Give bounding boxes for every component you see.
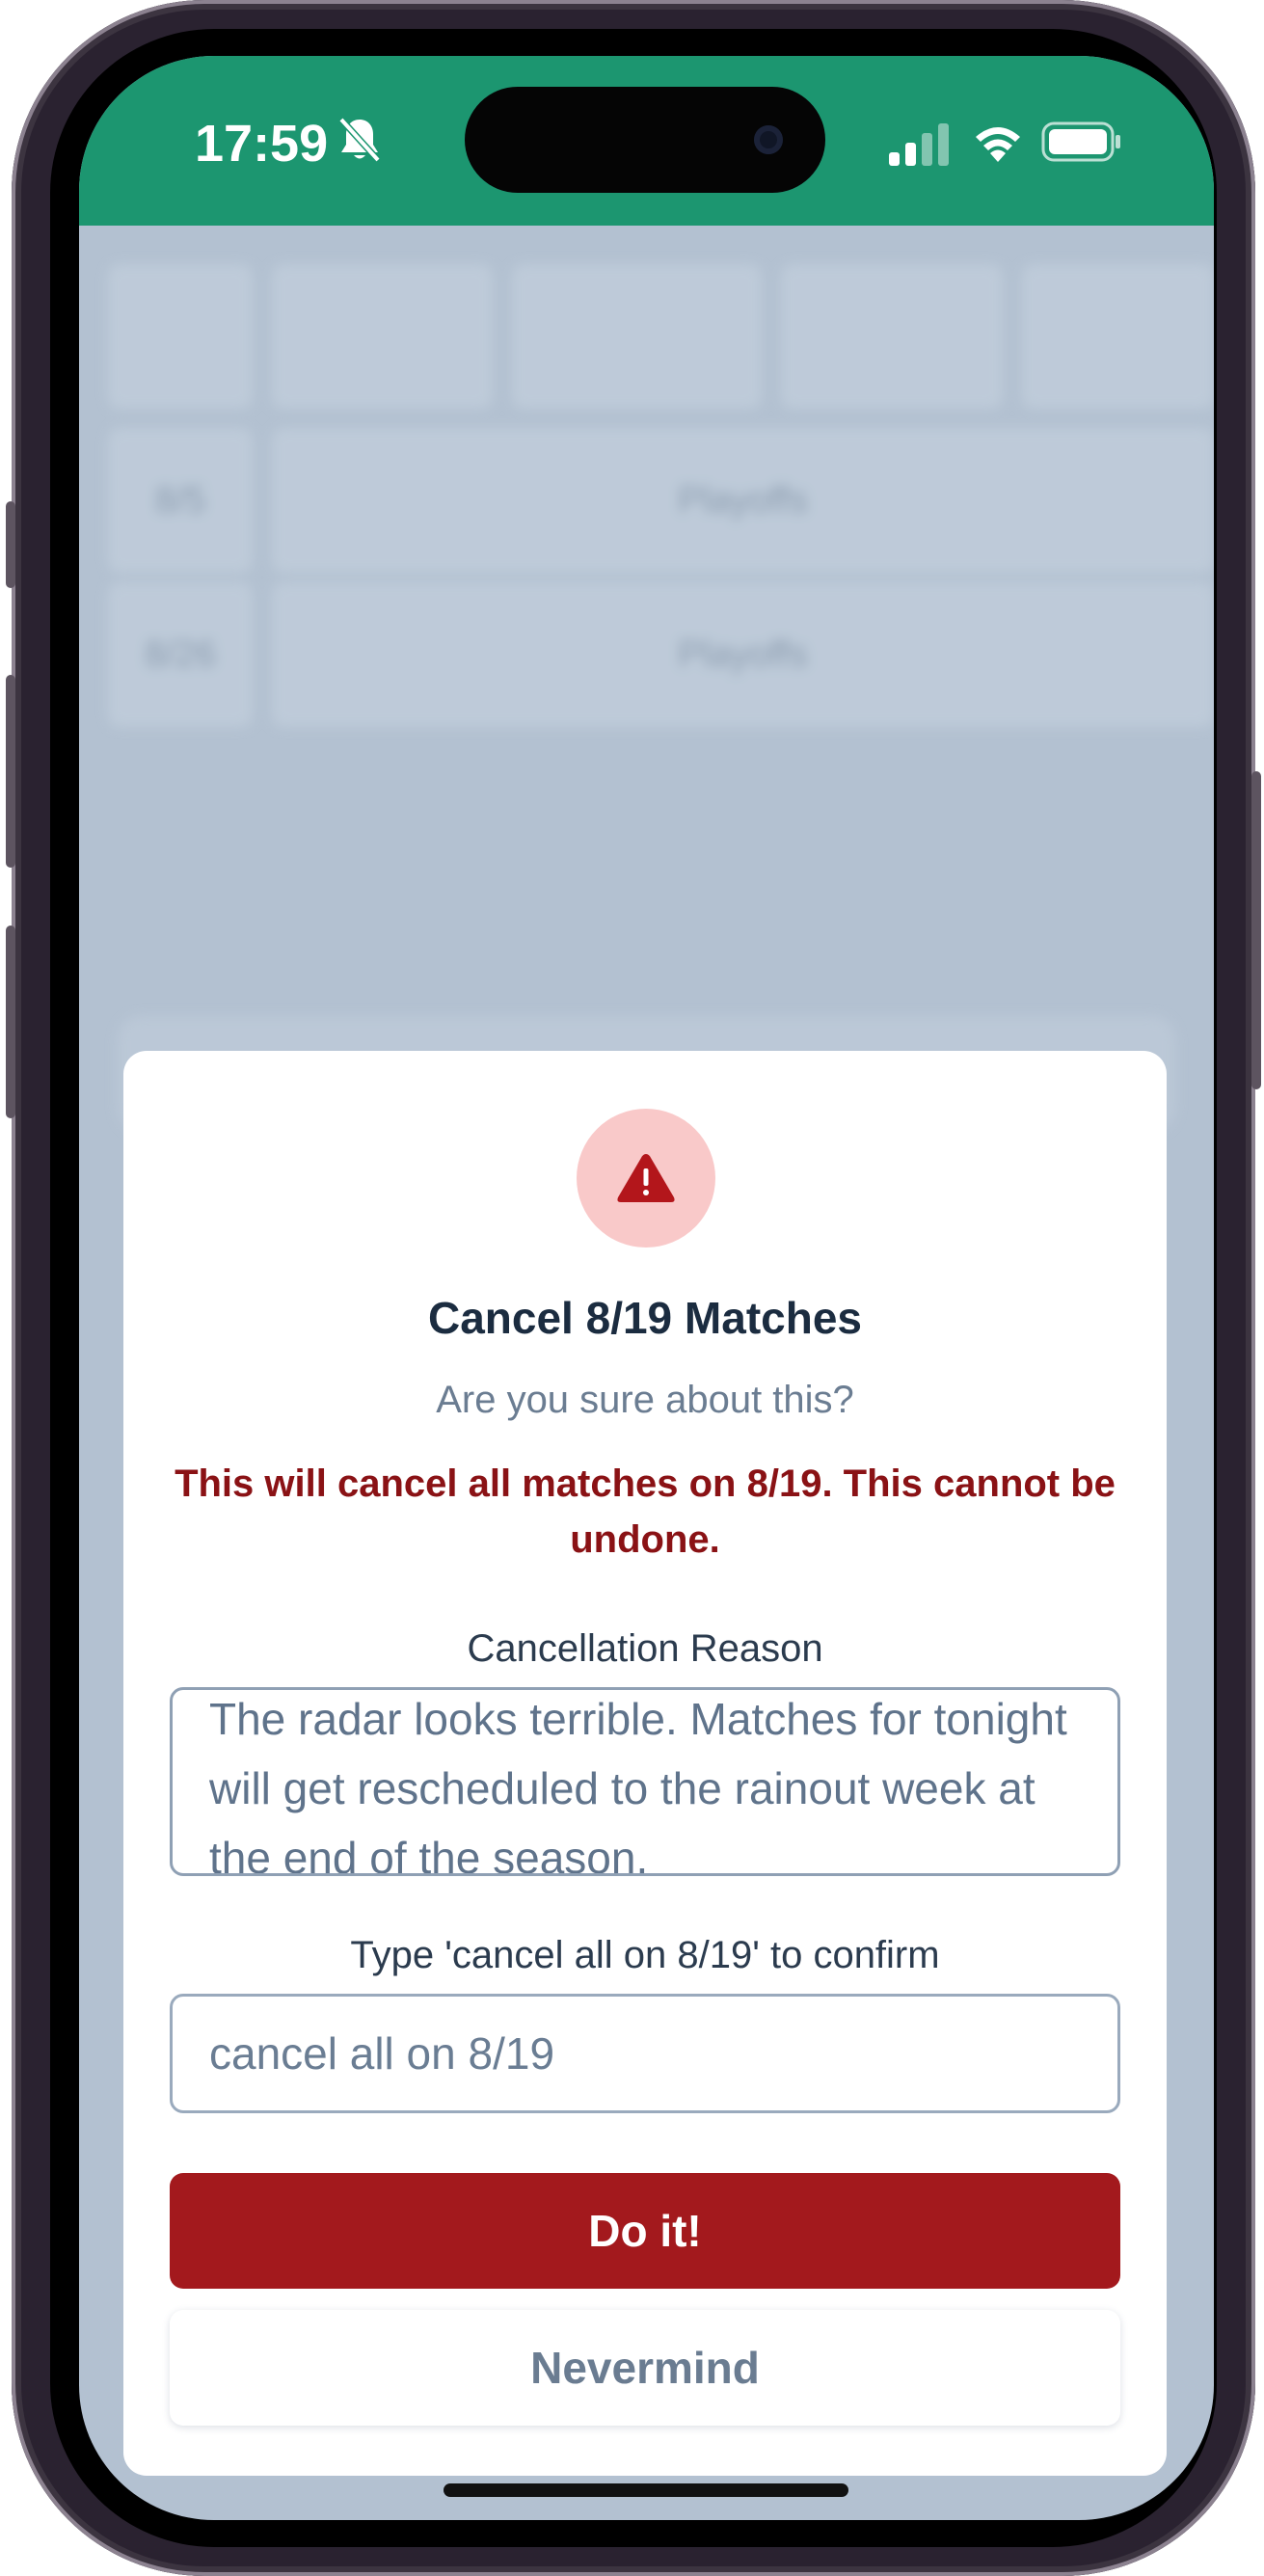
cancellation-reason-textarea[interactable]: The radar looks terrible. Matches for to… — [170, 1687, 1120, 1876]
power-button — [1251, 771, 1261, 1089]
cellular-signal-icon — [889, 123, 949, 166]
screen: 17:59 8/5 Playoffs 8/26 Playoffs Cancel … — [79, 56, 1214, 2520]
warning-message: This will cancel all matches on 8/19. Th… — [175, 1462, 1116, 1561]
status-time: 17:59 — [195, 115, 329, 173]
dialog-subtitle: Are you sure about this? — [436, 1379, 854, 1421]
dynamic-island — [465, 87, 825, 193]
bg-row: 8/26 Playoffs — [108, 582, 1214, 727]
phone-frame: 17:59 8/5 Playoffs 8/26 Playoffs Cancel … — [6, 0, 1261, 2576]
bell-slash-icon — [338, 117, 381, 163]
warning-triangle-icon — [617, 1154, 675, 1202]
status-bar: 17:59 — [79, 56, 1214, 226]
volume-up-button — [6, 675, 15, 868]
warning-icon-badge — [577, 1109, 715, 1248]
dialog-title: Cancel 8/19 Matches — [427, 1293, 862, 1343]
wifi-icon — [976, 127, 1020, 162]
bg-row: 8/5 Playoffs — [108, 428, 1214, 573]
reason-text: The radar looks terrible. Matches for to… — [209, 1694, 1067, 1876]
home-indicator[interactable] — [444, 2483, 848, 2497]
nevermind-button[interactable]: Nevermind — [170, 2310, 1120, 2426]
confirm-label: Type 'cancel all on 8/19' to confirm — [350, 1934, 940, 1976]
battery-icon — [1041, 121, 1120, 162]
do-it-button[interactable]: Do it! — [170, 2173, 1120, 2289]
action-button — [6, 501, 15, 588]
cancel-matches-dialog: Cancel 8/19 Matches Are you sure about t… — [123, 1051, 1167, 2476]
camera-icon — [754, 125, 783, 154]
volume-down-button — [6, 926, 15, 1118]
reason-label: Cancellation Reason — [467, 1627, 823, 1670]
bg-header-row — [108, 264, 1214, 409]
confirm-text-input[interactable]: cancel all on 8/19 — [170, 1994, 1120, 2113]
